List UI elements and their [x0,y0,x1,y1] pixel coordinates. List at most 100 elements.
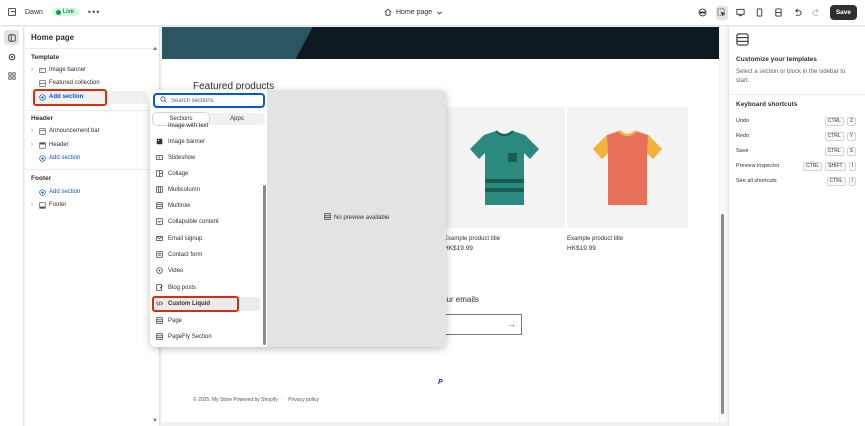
product-card[interactable] [444,107,565,228]
video-icon [156,267,163,274]
mobile-view-icon[interactable] [754,6,766,20]
live-badge-label: Live [62,9,74,15]
footer-separator: · [282,397,284,403]
sidebar-item-image-banner[interactable]: › Image banner [31,64,86,76]
preview-scrollbar[interactable] [720,27,726,422]
sidebar-item-featured-collection[interactable]: Featured collection [31,77,100,89]
shortcut-row[interactable]: See all shortcuts CTRL / [736,175,856,187]
search-field[interactable] [153,93,265,108]
sidebar-item-header[interactable]: › Header [31,139,69,151]
chevron-right-icon[interactable]: › [31,202,36,208]
cursor-select-icon[interactable] [715,5,728,20]
top-bar-right: Save [697,5,857,20]
sections-icon[interactable] [4,30,19,45]
section-option-contact-form[interactable]: Contact form [156,248,202,261]
product-price: HK$19.99 [567,245,596,252]
product-title[interactable]: Example product title [444,236,500,242]
add-section-button-footer[interactable]: Add section [39,186,80,198]
section-option-image-with-text[interactable]: Image with text [156,121,208,129]
footer-group-label: Footer [31,175,52,182]
shortcut-key: I [848,161,856,171]
plus-circle-icon [39,154,46,162]
preview-scrollbar-thumb[interactable] [721,214,724,414]
settings-gear-icon[interactable] [4,49,19,64]
theme-name[interactable]: Dawn [25,9,43,16]
section-option-collage[interactable]: Collage [156,167,188,180]
product-card[interactable] [567,107,688,228]
section-list-scrollbar[interactable] [263,185,266,345]
shortcut-key: SHIFT [825,161,846,171]
section-option-blog-posts[interactable]: Blog posts [156,281,196,294]
featured-collection-icon [39,79,46,87]
section-option-video[interactable]: Video [156,264,183,277]
divider [25,110,160,111]
shortcut-label: Save [736,148,749,154]
left-rail [0,27,24,426]
section-option-email-signup[interactable]: Email signup [156,232,202,245]
add-section-highlight [33,89,107,106]
section-option-pagefly-section[interactable]: PageFly Section [156,330,212,343]
product-price: HK$19.99 [444,245,473,252]
sections-sidebar: Home page Template › Image banner Featur… [25,27,160,426]
sidebar-item-announcement-bar[interactable]: › Announcement bar [31,125,100,137]
section-option-multicolumn[interactable]: Multicolumn [156,183,200,196]
apps-icon[interactable] [4,68,19,83]
email-input[interactable]: → [442,314,522,335]
scroll-down-icon[interactable]: ▼ [152,418,158,424]
customize-title: Customize your templates [736,56,817,63]
no-preview-message: No preview available [324,213,389,222]
search-input[interactable] [171,97,261,104]
shortcut-row: Save CTRL S [736,145,856,157]
multirow-icon [156,202,163,209]
add-section-label: Add section [49,155,81,161]
section-option-collapsible-content[interactable]: Collapsible content [156,215,219,228]
chevron-right-icon[interactable]: › [31,142,36,148]
section-option-page[interactable]: Page [156,314,182,327]
sidebar-item-footer[interactable]: › Footer [31,199,66,211]
sidebar-item-label: Header [49,142,69,148]
arrow-right-icon[interactable]: → [507,319,516,329]
section-option-multirow[interactable]: Multirow [156,199,190,212]
privacy-policy-link[interactable]: Privacy policy [288,397,319,403]
add-section-label: Add section [49,189,81,195]
top-bar-left: Dawn Live ••• [8,7,100,17]
email-icon [156,235,163,242]
shortcut-key: CTRL [824,116,844,126]
inspector-icon[interactable] [697,6,709,20]
more-horizontal-icon[interactable]: ••• [88,7,100,17]
scroll-up-icon[interactable]: ▲ [152,46,158,52]
shortcut-row: Redo CTRL Y [736,130,856,142]
add-section-button-header[interactable]: Add section [39,152,80,164]
product-title[interactable]: Example product title [567,236,623,242]
desktop-view-icon[interactable] [735,6,747,20]
save-button[interactable]: Save [829,5,857,20]
chevron-down-icon [436,9,443,16]
search-icon [160,96,167,105]
divider [25,48,160,49]
tshirt-image [470,130,539,205]
customize-description: Select a section or block in the sidebar… [736,69,846,84]
exit-icon[interactable] [8,8,16,16]
page-selector[interactable]: Home page [384,8,443,16]
chevron-right-icon[interactable]: › [31,128,36,134]
customize-template-icon [736,33,749,48]
collage-icon [156,170,163,177]
sidebar-item-label: Announcement bar [49,128,100,134]
sidebar-item-label: Image banner [49,67,87,73]
redo-icon[interactable] [811,6,823,20]
shortcut-row: Preview inspector CTRL SHIFT I [736,160,856,172]
image-banner-icon [156,138,163,145]
email-signup-title: our emails [442,295,479,304]
image-text-icon [156,122,163,129]
page-icon [156,317,163,324]
layout-icon [324,213,331,222]
chevron-right-icon[interactable]: › [31,67,36,73]
section-option-image-banner[interactable]: Image banner [156,135,205,148]
image-banner-preview[interactable] [162,27,719,59]
shortcut-label: Undo [736,118,750,124]
undo-icon[interactable] [792,6,804,20]
tshirt-image [593,130,662,205]
section-option-slideshow[interactable]: Slideshow [156,151,195,164]
tab-apps[interactable]: Apps [209,113,265,125]
fullscreen-icon[interactable] [773,6,785,20]
